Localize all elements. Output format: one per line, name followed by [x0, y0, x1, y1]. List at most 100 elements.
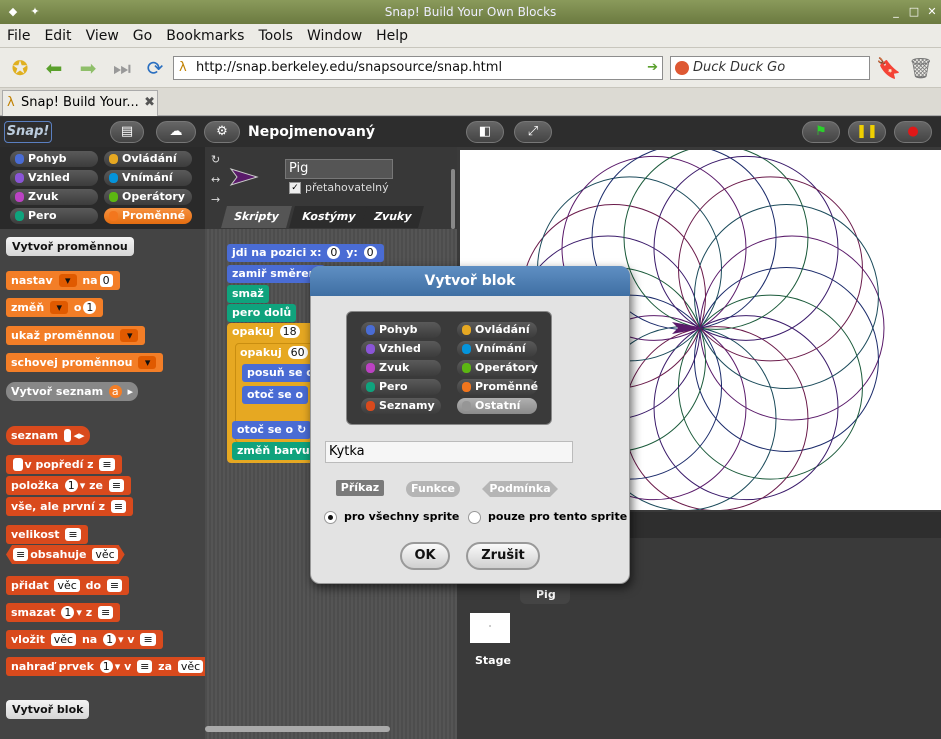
- dlg-category-sound[interactable]: Zvuk: [361, 360, 441, 376]
- length-block[interactable]: velikost ≡: [6, 525, 88, 544]
- tab-scripts[interactable]: Skripty: [221, 206, 292, 228]
- menu-bookmarks[interactable]: Bookmarks: [159, 24, 251, 48]
- tab-sounds[interactable]: Zvuky: [361, 206, 425, 228]
- stage-size-button[interactable]: ◧: [466, 121, 504, 143]
- menu-view[interactable]: View: [79, 24, 126, 48]
- dlg-category-pen[interactable]: Pero: [361, 379, 441, 395]
- close-window-icon[interactable]: ✕: [925, 5, 939, 19]
- horizontal-scrollbar[interactable]: [205, 726, 390, 732]
- item-of-block[interactable]: položka 1 ▾ ze ≡: [6, 476, 132, 495]
- dlg-category-control[interactable]: Ovládání: [457, 322, 537, 338]
- maximize-icon[interactable]: □: [907, 5, 921, 19]
- forward-icon[interactable]: ➡: [76, 56, 100, 80]
- category-sensing[interactable]: Vnímání: [104, 170, 192, 186]
- menu-edit[interactable]: Edit: [37, 24, 78, 48]
- in-front-of-block[interactable]: v popředí z ≡: [6, 455, 122, 474]
- goto-block[interactable]: jdi na pozici x: 0 y: 0: [227, 244, 384, 262]
- search-input[interactable]: Duck Duck Go: [670, 56, 870, 80]
- shape-command-button[interactable]: Příkaz: [336, 480, 384, 496]
- dlg-category-motion[interactable]: Pohyb: [361, 322, 441, 338]
- draggable-checkbox[interactable]: ✓: [289, 182, 301, 194]
- bookmark-icon[interactable]: 🔖: [876, 56, 901, 80]
- green-flag-button[interactable]: ⚑: [802, 121, 840, 143]
- category-pen[interactable]: Pero: [10, 208, 98, 224]
- shape-predicate-button[interactable]: Podmínka: [482, 481, 558, 497]
- vertical-scrollbar[interactable]: [451, 169, 455, 229]
- stage-thumbnail[interactable]: ·: [470, 613, 510, 643]
- category-motion[interactable]: Pohyb: [10, 151, 98, 167]
- category-variables[interactable]: Proměnné: [104, 208, 192, 224]
- hide-variable-block[interactable]: schovej proměnnou ▾: [6, 353, 164, 372]
- site-lambda-icon: λ: [179, 60, 187, 75]
- category-swatch: [109, 211, 118, 221]
- category-sound[interactable]: Zvuk: [10, 189, 98, 205]
- replace-item-block[interactable]: nahraď prvek 1 ▾ v ≡ za věc: [6, 657, 211, 676]
- delete-from-list-block[interactable]: smazat 1 ▾ z ≡: [6, 603, 121, 622]
- flip-style-icon[interactable]: ↔: [211, 173, 220, 186]
- list-variable-block[interactable]: seznam ◂▸: [6, 426, 90, 445]
- change-pen-color-block[interactable]: změň barvu: [232, 442, 315, 460]
- no-rotate-icon[interactable]: →: [211, 193, 220, 206]
- radio-this-sprite[interactable]: [468, 511, 481, 524]
- menu-file[interactable]: File: [0, 24, 37, 48]
- shape-reporter-button[interactable]: Funkce: [406, 481, 460, 497]
- reload-icon[interactable]: ⟳: [143, 56, 167, 80]
- set-variable-block[interactable]: nastav ▾ na 0: [6, 271, 120, 290]
- stop-icon[interactable]: ⏭: [110, 56, 134, 80]
- add-to-list-block[interactable]: přidat věc do ≡: [6, 576, 130, 595]
- clear-block[interactable]: smaž: [227, 285, 269, 303]
- minimize-icon[interactable]: _: [889, 5, 903, 19]
- insert-into-list-block[interactable]: vložit věc na 1 ▾ v ≡: [6, 630, 163, 649]
- dlg-category-lists[interactable]: Seznamy: [361, 398, 441, 414]
- cloud-button[interactable]: ☁: [156, 121, 196, 143]
- snap-logo[interactable]: Snap!: [4, 121, 52, 143]
- make-block-button[interactable]: Vytvoř blok: [6, 700, 90, 719]
- ok-button[interactable]: OK: [400, 542, 450, 570]
- turn-block[interactable]: otoč se o: [242, 386, 309, 404]
- menu-help[interactable]: Help: [369, 24, 415, 48]
- make-list-block[interactable]: Vytvoř seznam a ▸: [6, 382, 139, 401]
- menu-go[interactable]: Go: [126, 24, 159, 48]
- back-icon[interactable]: ⬅: [42, 56, 66, 80]
- turn-block-2[interactable]: otoč se o ↻: [232, 421, 312, 439]
- home-icon[interactable]: ✪: [8, 56, 32, 80]
- category-control[interactable]: Ovládání: [104, 151, 192, 167]
- settings-button[interactable]: ⚙: [204, 121, 240, 143]
- sprite-name-input[interactable]: Pig: [285, 159, 393, 179]
- window-menu-icon[interactable]: ◆: [6, 5, 20, 19]
- block-name-input[interactable]: Kytka: [325, 441, 573, 463]
- window-title-bar: ◆ ✦ Snap! Build Your Own Blocks _ □ ✕: [0, 0, 941, 24]
- url-input[interactable]: λ http://snap.berkeley.edu/snapsource/sn…: [173, 56, 663, 80]
- category-looks[interactable]: Vzhled: [10, 170, 98, 186]
- dlg-category-sensing[interactable]: Vnímání: [457, 341, 537, 357]
- app-icon: ✦: [30, 5, 40, 18]
- all-but-first-block[interactable]: vše, ale první z ≡: [6, 497, 134, 516]
- stop-button[interactable]: ●: [894, 121, 932, 143]
- browser-tab[interactable]: λ Snap! Build Your... ✖: [2, 90, 158, 116]
- cancel-button[interactable]: Zrušit: [466, 542, 540, 570]
- tab-close-icon[interactable]: ✖: [144, 91, 155, 115]
- contains-block[interactable]: ≡ obsahuje věc: [6, 545, 125, 564]
- menu-window[interactable]: Window: [300, 24, 369, 48]
- radio-all-sprites[interactable]: [324, 511, 337, 524]
- dlg-category-looks[interactable]: Vzhled: [361, 341, 441, 357]
- category-operators[interactable]: Operátory: [104, 189, 192, 205]
- dlg-category-variables[interactable]: Proměnné: [457, 379, 538, 395]
- rotate-style-icon[interactable]: ↻: [211, 153, 220, 166]
- menu-tools[interactable]: Tools: [251, 24, 300, 48]
- dlg-category-operators[interactable]: Operátory: [457, 360, 538, 376]
- pen-down-block[interactable]: pero dolů: [227, 304, 297, 322]
- file-menu-button[interactable]: ▤: [110, 121, 144, 143]
- presentation-button[interactable]: ⤢: [514, 121, 552, 143]
- dlg-category-other[interactable]: Ostatní: [457, 398, 537, 414]
- make-variable-button[interactable]: Vytvoř proměnnou: [6, 237, 134, 256]
- tab-costumes[interactable]: Kostýmy: [289, 206, 369, 228]
- pig-sprite-icon: [229, 168, 259, 186]
- trash-icon[interactable]: 🗑: [908, 56, 933, 80]
- pause-button[interactable]: ❚❚: [848, 121, 886, 143]
- repeat-outer-block[interactable]: opakuj 18 opakuj 60 posuň se o otoč se o…: [227, 323, 319, 463]
- go-icon[interactable]: ➔: [647, 57, 658, 79]
- move-steps-block[interactable]: posuň se o: [242, 364, 319, 382]
- show-variable-block[interactable]: ukaž proměnnou ▾: [6, 326, 146, 345]
- change-variable-block[interactable]: změň ▾ o1: [6, 298, 104, 317]
